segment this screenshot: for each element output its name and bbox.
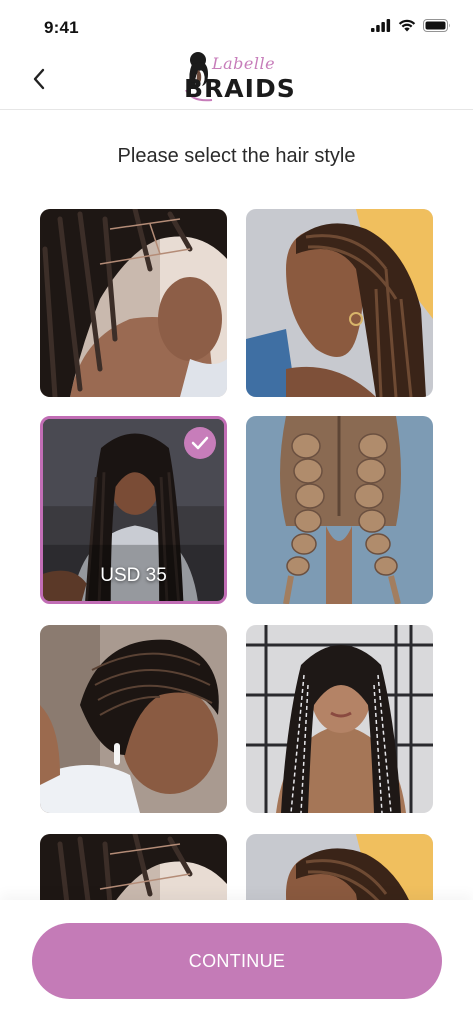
logo-main-text: BRAIDS <box>184 74 296 103</box>
status-icons <box>371 19 451 32</box>
hair-style-card[interactable] <box>246 209 433 397</box>
hair-style-photo <box>40 834 227 901</box>
price-label: USD 35 <box>100 565 167 586</box>
nav-bar: Labelle BRAIDS <box>0 48 473 110</box>
hair-style-card-selected[interactable]: USD 35 <box>40 416 227 604</box>
back-button[interactable] <box>24 64 54 94</box>
hair-style-grid: USD 35 <box>40 209 433 901</box>
signal-icon <box>371 19 391 32</box>
hair-style-photo <box>246 834 433 901</box>
page-title: Please select the hair style <box>117 145 356 167</box>
hair-style-card[interactable] <box>246 416 433 604</box>
hair-style-card[interactable] <box>246 625 433 813</box>
status-bar: 9:41 <box>0 0 473 52</box>
chevron-left-icon <box>33 68 45 90</box>
continue-button[interactable]: CONTINUE <box>32 923 442 999</box>
hair-style-card[interactable] <box>40 625 227 813</box>
hair-style-photo <box>40 209 227 397</box>
hair-style-photo <box>246 209 433 397</box>
hair-style-photo <box>246 625 433 813</box>
wifi-icon <box>398 19 416 32</box>
hair-style-card[interactable] <box>246 834 433 901</box>
selected-check-icon <box>184 427 216 459</box>
hair-style-card[interactable] <box>40 834 227 901</box>
logo-script-text: Labelle <box>212 54 276 73</box>
brand-logo: Labelle BRAIDS <box>180 50 298 108</box>
hair-style-photo <box>40 625 227 813</box>
battery-icon <box>423 19 450 32</box>
status-time: 9:41 <box>44 18 79 37</box>
bottom-action-bar: CONTINUE <box>0 900 473 1024</box>
hair-style-photo <box>246 416 433 604</box>
hair-style-card[interactable] <box>40 209 227 397</box>
